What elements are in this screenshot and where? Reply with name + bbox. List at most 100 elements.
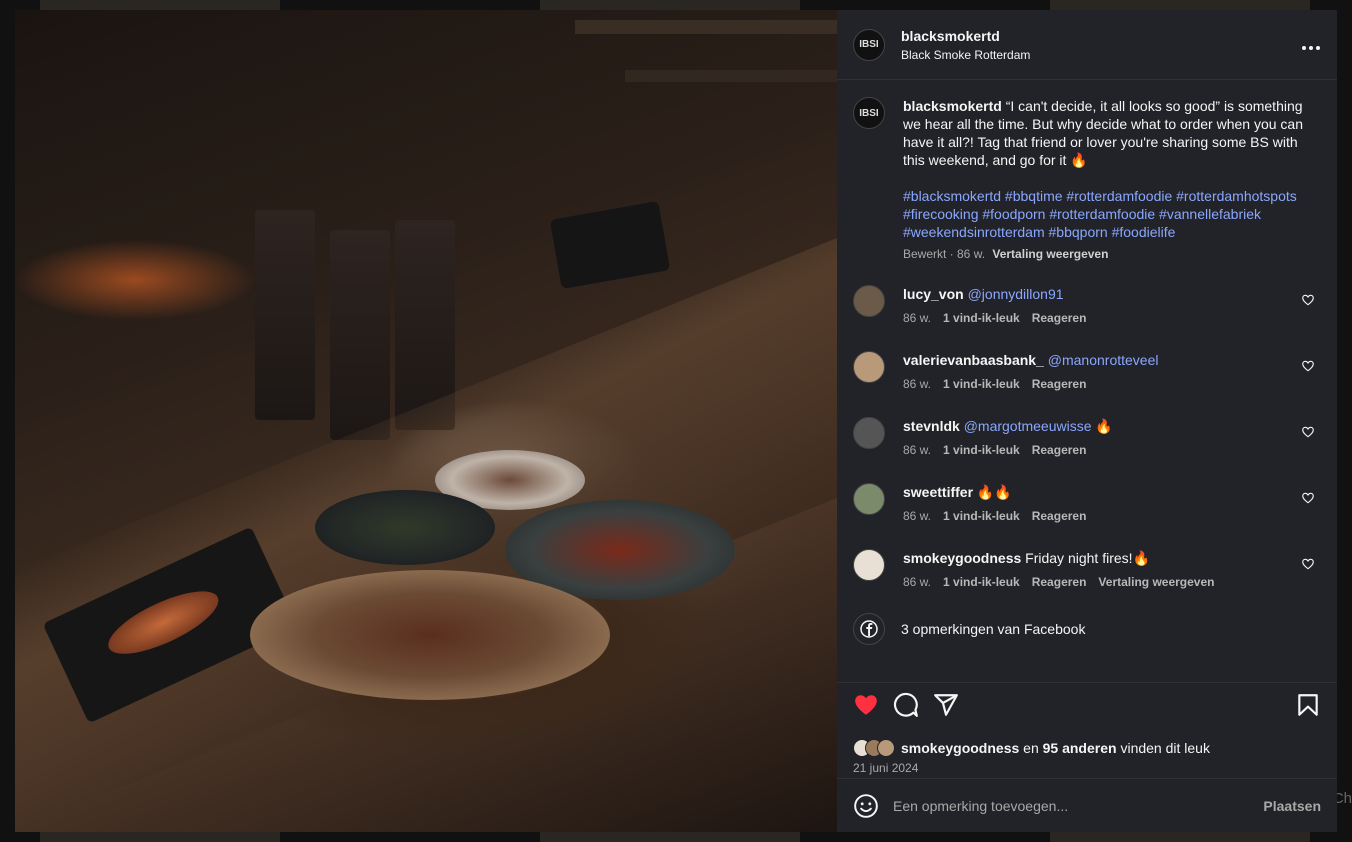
comment-text: valerievanbaasbank_ @manonrotteveel [903,351,1273,369]
more-icon[interactable] [1301,36,1321,54]
background-thumbnail [1050,832,1310,842]
comment-mention[interactable]: @margotmeeuwisse [964,418,1092,434]
comment-username[interactable]: stevnldk [903,418,960,434]
facebook-comments-row[interactable]: 3 opmerkingen van Facebook [853,613,1321,645]
background-thumbnail [540,0,800,10]
comment-body: stevnldk @margotmeeuwisse 🔥 86 w. 1 vind… [903,417,1273,459]
comment-text: sweettiffer 🔥🔥 [903,483,1273,501]
translate-link[interactable]: Vertaling weergeven [1098,575,1214,589]
photo-plate [315,490,495,565]
comment-username[interactable]: valerievanbaasbank_ [903,352,1044,368]
comment-age: 86 w. [903,377,932,391]
avatar[interactable]: IBSI [853,28,885,61]
comment-likes[interactable]: 1 vind-ik-leuk [943,311,1020,325]
comment-body: sweettiffer 🔥🔥 86 w. 1 vind-ik-leuk Reag… [903,483,1273,525]
comment-likes[interactable]: 1 vind-ik-leuk [943,575,1020,589]
avatar[interactable] [853,483,885,515]
comment-text: stevnldk @margotmeeuwisse 🔥 [903,417,1273,435]
reply-button[interactable]: Reageren [1032,311,1087,325]
photo-apron [255,210,315,420]
author-block: blacksmokertd Black Smoke Rotterdam [901,28,1030,62]
comment-age: 86 w. [903,311,932,325]
comment-meta: 86 w. 1 vind-ik-leuk Reageren [903,377,1273,391]
photo-shelf [625,70,837,82]
avatar [877,739,895,757]
post-location[interactable]: Black Smoke Rotterdam [901,48,1030,62]
avatar[interactable] [853,549,885,581]
comment-mention[interactable]: @manonrotteveel [1048,352,1159,368]
heart-icon[interactable] [1301,359,1315,373]
comment-likes[interactable]: 1 vind-ik-leuk [943,377,1020,391]
comment-input[interactable] [893,797,1264,814]
comment-username[interactable]: sweettiffer [903,484,973,500]
comment-body: smokeygoodness Friday night fires!🔥 86 w… [903,549,1273,591]
comment-text: smokeygoodness Friday night fires!🔥 [903,549,1273,567]
comment-meta: 86 w. 1 vind-ik-leuk Reageren [903,509,1273,523]
heart-icon[interactable] [1301,557,1315,571]
likes-count[interactable]: 95 anderen [1043,740,1117,756]
likes-summary[interactable]: smokeygoodness en 95 anderen vinden dit … [853,739,1321,757]
comment-item: valerievanbaasbank_ @manonrotteveel 86 w… [853,351,1321,393]
share-icon[interactable] [933,692,959,718]
comment-body: valerievanbaasbank_ @manonrotteveel 86 w… [903,351,1273,393]
comment-content: 🔥 [1091,418,1113,434]
comment-meta: 86 w. 1 vind-ik-leuk Reageren [903,443,1273,457]
comment-item: sweettiffer 🔥🔥 86 w. 1 vind-ik-leuk Reag… [853,483,1321,525]
add-comment-bar: Plaatsen [837,778,1337,832]
post-date: 21 juni 2024 [853,761,919,775]
heart-icon[interactable] [853,692,879,718]
background-thumbnail [1050,0,1310,10]
comment-likes[interactable]: 1 vind-ik-leuk [943,509,1020,523]
comment-mention[interactable]: @jonnydillon91 [968,286,1064,302]
photo-shelf [575,20,837,34]
comment-meta: 86 w. 1 vind-ik-leuk Reageren Vertaling … [903,575,1273,589]
facebook-comments-label[interactable]: 3 opmerkingen van Facebook [901,621,1085,637]
reply-button[interactable]: Reageren [1032,443,1087,457]
bookmark-icon[interactable] [1295,692,1321,718]
post-header: IBSI blacksmokertd Black Smoke Rotterdam [837,10,1337,80]
background-thumbnail [40,0,280,10]
comment-item: stevnldk @margotmeeuwisse 🔥 86 w. 1 vind… [853,417,1321,459]
action-icons-row [853,687,1321,723]
heart-icon[interactable] [1301,293,1315,307]
comment-meta: 86 w. 1 vind-ik-leuk Reageren [903,311,1273,325]
caption-meta: Bewerkt · 86 w. Vertaling weergeven [903,247,1313,261]
reply-button[interactable]: Reageren [1032,575,1087,589]
heart-icon[interactable] [1301,425,1315,439]
post-actions: smokeygoodness en 95 anderen vinden dit … [837,682,1337,775]
author-username[interactable]: blacksmokertd [901,28,1030,44]
comment-username[interactable]: lucy_von [903,286,964,302]
post-image[interactable] [15,10,837,832]
post-comment-button[interactable]: Plaatsen [1263,798,1321,814]
comment-content: Friday night fires!🔥 [1025,550,1150,566]
comment-age: 86 w. [903,575,932,589]
post-caption: IBSI blacksmokertd “I can't decide, it a… [853,97,1321,261]
avatar[interactable] [853,285,885,317]
background-thumbnail [540,832,800,842]
comment-username[interactable]: smokeygoodness [903,550,1021,566]
edited-label: Bewerkt · 86 w. [903,247,986,261]
translate-link[interactable]: Vertaling weergeven [992,247,1108,261]
likes-suffix: vinden dit leuk [1116,740,1210,756]
comment-likes[interactable]: 1 vind-ik-leuk [943,443,1020,457]
liker-username[interactable]: smokeygoodness [901,740,1019,756]
caption-username[interactable]: blacksmokertd [903,98,1002,114]
caption-hashtags[interactable]: #blacksmokertd #bbqtime #rotterdamfoodie… [903,187,1313,241]
comment-body: lucy_von @jonnydillon91 86 w. 1 vind-ik-… [903,285,1273,327]
comment-icon[interactable] [893,692,919,718]
avatar[interactable] [853,417,885,449]
reply-button[interactable]: Reageren [1032,377,1087,391]
emoji-icon[interactable] [853,793,879,819]
comment-age: 86 w. [903,443,932,457]
comment-content: 🔥🔥 [976,484,1012,500]
heart-icon[interactable] [1301,491,1315,505]
avatar[interactable]: IBSI [853,97,885,129]
liker-avatars [853,739,895,757]
facebook-icon [853,613,885,645]
avatar[interactable] [853,351,885,383]
comment-age: 86 w. [903,509,932,523]
photo-plate [250,570,610,700]
comments-scroll-area[interactable]: IBSI blacksmokertd “I can't decide, it a… [837,81,1337,681]
reply-button[interactable]: Reageren [1032,509,1087,523]
comment-item: smokeygoodness Friday night fires!🔥 86 w… [853,549,1321,591]
